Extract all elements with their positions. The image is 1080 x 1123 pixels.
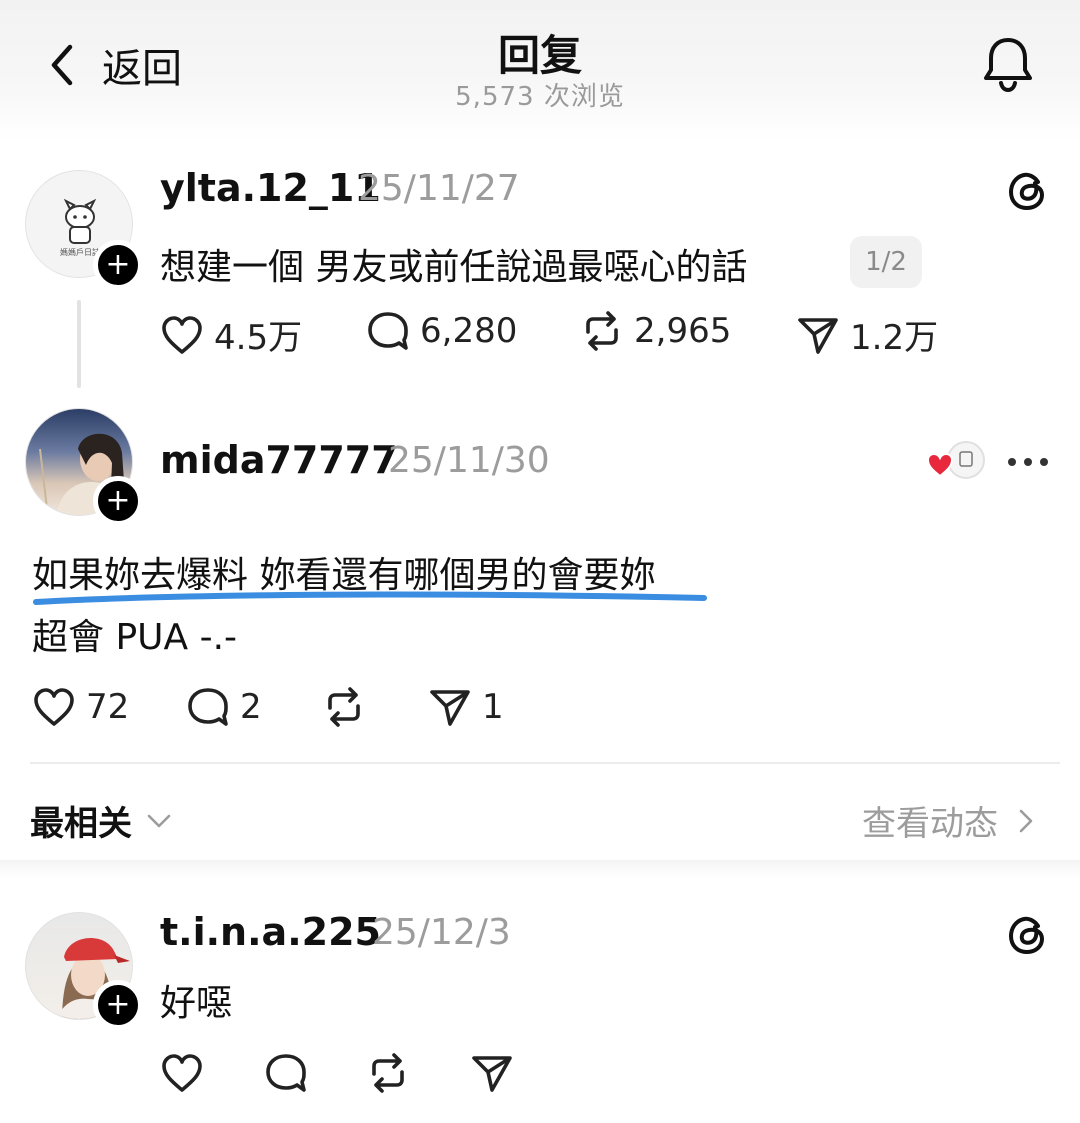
reply-button[interactable] [264,1052,308,1094]
view-count: 5,573 次浏览 [455,82,625,112]
follow-button[interactable]: + [93,476,143,526]
post-date: 25/11/27 [358,168,520,209]
like-button[interactable]: 4.5万 [160,310,302,359]
follow-button[interactable]: + [93,240,143,290]
reply-count: 6,280 [420,311,518,351]
chevron-down-icon [147,814,171,827]
like-button[interactable]: 72 [32,686,129,728]
page-indicator: 1/2 [850,236,922,288]
reply-button[interactable]: 2 [186,686,262,728]
repost-count: 2,965 [634,311,732,351]
repost-button[interactable] [366,1052,410,1094]
repost-button[interactable]: 2,965 [580,310,731,352]
follow-button[interactable]: + [93,980,143,1030]
username[interactable]: mida77777 [160,438,398,482]
comment-icon [368,312,408,350]
post-date: 25/11/30 [388,440,550,481]
share-button[interactable] [470,1052,514,1094]
post-text: 想建一個 男友或前任說過最噁心的話 [160,247,748,288]
heart-icon [162,315,202,354]
threads-logo-icon[interactable] [1004,912,1050,958]
thread-connector-line [77,300,81,388]
repost-icon [586,311,618,351]
page-title: 回复 [497,31,582,80]
comment-text: 好噁 [160,983,233,1024]
share-icon [798,317,838,354]
threads-logo-icon[interactable] [1004,168,1050,214]
share-icon [430,690,470,726]
post-date: 25/12/3 [372,912,511,953]
share-count: 1.2万 [850,318,939,358]
more-icon[interactable] [1004,448,1052,476]
liked-by-author-indicator [926,441,985,479]
section-separator [0,860,1080,878]
heart-icon [162,1054,202,1092]
top-bar: 返回 回复 5,573 次浏览 [0,0,1080,140]
share-icon [472,1056,512,1092]
highlight-underline [33,591,707,605]
chevron-right-icon [1019,809,1033,832]
repost-icon [372,1053,404,1093]
share-button[interactable]: 1 [428,686,504,728]
like-count: 4.5万 [214,318,303,358]
like-button[interactable] [160,1052,204,1094]
sort-dropdown[interactable]: 最相关 [30,796,172,845]
repost-icon [328,687,360,727]
like-count: 72 [86,687,130,727]
bell-icon[interactable] [980,34,1036,94]
view-activity-link[interactable]: 查看动态 [862,796,1034,845]
reply-text-line: 超會 PUA -.- [32,617,237,658]
username[interactable]: t.i.n.a.225 [160,910,381,954]
activity-label: 查看动态 [862,804,998,844]
reply-button[interactable]: 6,280 [366,310,517,352]
share-button[interactable]: 1.2万 [796,310,938,359]
thread-replies-page: 返回 回复 5,573 次浏览 媽媽戶日誌 + ylta.12_11 25/11… [0,0,1080,1123]
divider [30,762,1060,764]
share-count: 1 [482,687,504,727]
comment-icon [188,688,228,726]
heart-icon [34,688,74,726]
comment-icon [266,1054,306,1092]
sort-label: 最相关 [30,804,132,844]
repost-button[interactable] [322,686,366,728]
username[interactable]: ylta.12_11 [160,166,381,210]
reply-count: 2 [240,687,262,727]
